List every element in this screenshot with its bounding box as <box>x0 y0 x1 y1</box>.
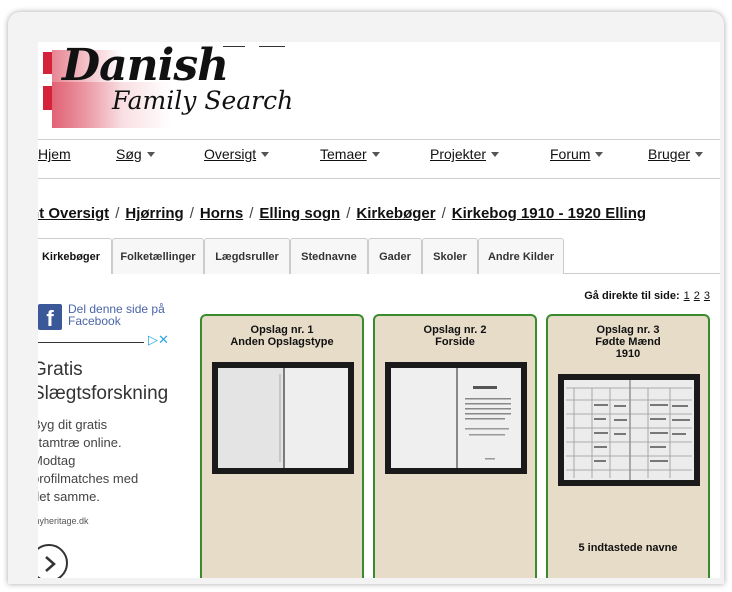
chevron-down-icon <box>371 152 380 157</box>
scan-thumbnail-2[interactable] <box>385 362 527 474</box>
nav-item-temaer[interactable]: Temaer <box>320 146 380 162</box>
facebook-share[interactable]: f Del denne side på Facebook <box>38 303 188 334</box>
main-nav: Hjem Søg Oversigt Temaer Projekter Forum… <box>38 146 720 174</box>
page-jump: Gå direkte til side: 1 2 3 <box>584 290 710 302</box>
breadcrumb-link-hjorring[interactable]: Hjørring <box>125 205 183 222</box>
nav-item-oversigt[interactable]: Oversigt <box>204 146 270 162</box>
page-content: Danish Family Search Hjem Søg Oversigt T… <box>38 42 720 578</box>
nav-item-forum[interactable]: Forum <box>550 146 604 162</box>
adchoices-icon[interactable]: ▷✕ <box>148 332 169 348</box>
ad-divider <box>38 342 144 343</box>
tab-gader[interactable]: Gader <box>368 238 422 274</box>
breadcrumb-link-elling-sogn[interactable]: Elling sogn <box>259 205 340 222</box>
logo-word-family-search: Family Search <box>112 86 294 115</box>
indexed-names-count: 5 indtastede navne <box>578 542 678 554</box>
opslag-card-2[interactable]: Opslag nr. 2 Forside <box>373 314 537 578</box>
ad-body: Byg dit gratisstamtræ online.Modtagprofi… <box>38 417 139 504</box>
site-logo[interactable]: Danish Family Search <box>38 42 338 140</box>
page-link-2[interactable]: 2 <box>694 290 700 302</box>
logo-word-danish: Danish <box>62 42 229 91</box>
breadcrumb-link-kirkeboger[interactable]: Kirkebøger <box>356 205 435 222</box>
breadcrumb-link-horns[interactable]: Horns <box>200 205 243 222</box>
page-link-3[interactable]: 3 <box>704 290 710 302</box>
chevron-down-icon <box>146 152 155 157</box>
nav-item-sog[interactable]: Søg <box>116 146 155 162</box>
tab-stednavne[interactable]: Stednavne <box>290 238 368 274</box>
ad-domain: myheritage.dk <box>38 516 89 526</box>
chevron-down-icon <box>595 152 604 157</box>
opslag-card-1[interactable]: Opslag nr. 1 Anden Opslagstype <box>200 314 364 578</box>
ad-title[interactable]: Gratis Slægtsforskning <box>38 358 168 406</box>
scan-thumbnail-1[interactable] <box>212 362 354 474</box>
opslag-card-3[interactable]: Opslag nr. 3 Fødte Mænd 1910 5 indtasted… <box>546 314 710 578</box>
tab-folketaellinger[interactable]: Folketællinger <box>112 238 204 274</box>
tab-andre-kilder[interactable]: Andre Kilder <box>478 238 564 274</box>
chevron-down-icon <box>491 152 500 157</box>
nav-divider <box>38 178 720 179</box>
browser-window: Danish Family Search Hjem Søg Oversigt T… <box>8 12 724 584</box>
tab-laegdsruller[interactable]: Lægdsruller <box>204 238 290 274</box>
ad-next-button[interactable] <box>38 544 68 578</box>
nav-item-bruger[interactable]: Bruger <box>648 146 704 162</box>
source-tabs: Kirkebøger Folketællinger Lægdsruller St… <box>38 238 720 274</box>
nav-item-hjem[interactable]: Hjem <box>38 146 71 162</box>
nav-item-projekter[interactable]: Projekter <box>430 146 500 162</box>
tab-skoler[interactable]: Skoler <box>422 238 478 274</box>
chevron-right-icon <box>45 556 56 572</box>
chevron-down-icon <box>695 152 704 157</box>
tab-kirkeboger[interactable]: Kirkebøger <box>38 238 112 274</box>
breadcrumb-link-kirkebog[interactable]: Kirkebog 1910 - 1920 Elling <box>452 205 646 222</box>
scan-thumbnail-3[interactable] <box>558 374 700 486</box>
chevron-down-icon <box>261 152 270 157</box>
breadcrumb-link-oversigt[interactable]: nt Oversigt <box>38 205 109 222</box>
page-link-1[interactable]: 1 <box>684 290 690 302</box>
header-divider <box>38 139 720 140</box>
facebook-icon: f <box>38 304 62 331</box>
breadcrumb: nt Oversigt/Hjørring/Horns/Elling sogn/K… <box>38 205 646 222</box>
header-tiny-links <box>223 46 313 48</box>
